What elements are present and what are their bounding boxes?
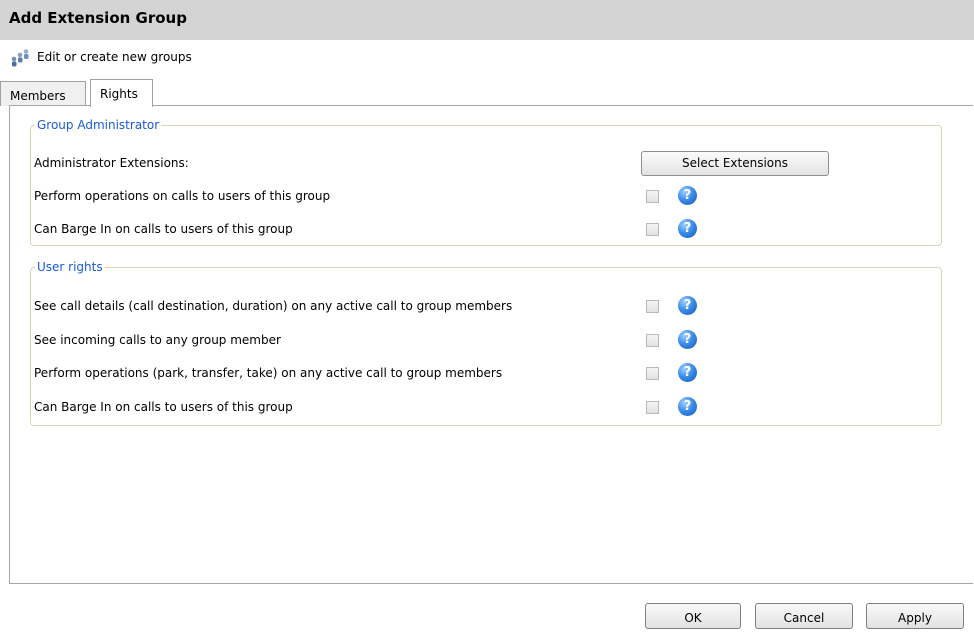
user-barge-in-checkbox[interactable] — [646, 401, 659, 414]
admin-extensions-label: Administrator Extensions: — [34, 156, 189, 170]
help-icon[interactable]: ? — [678, 330, 697, 349]
rights-tab-panel: Group Administrator Administrator Extens… — [9, 105, 973, 584]
group-administrator-fieldset: Group Administrator Administrator Extens… — [30, 118, 942, 246]
admin-option-row: Can Barge In on calls to users of this g… — [31, 219, 941, 241]
perform-operations-members-checkbox[interactable] — [646, 367, 659, 380]
tab-rights[interactable]: Rights — [90, 79, 153, 107]
see-call-details-checkbox[interactable] — [646, 300, 659, 313]
user-right-row: See call details (call destination, dura… — [31, 296, 941, 318]
help-icon[interactable]: ? — [678, 363, 697, 382]
cancel-button[interactable]: Cancel — [755, 603, 853, 629]
user-right-row: Can Barge In on calls to users of this g… — [31, 397, 941, 419]
admin-option-row: Perform operations on calls to users of … — [31, 186, 941, 208]
subtitle-text: Edit or create new groups — [37, 50, 192, 64]
see-incoming-calls-checkbox[interactable] — [646, 334, 659, 347]
user-right-row: Perform operations (park, transfer, take… — [31, 363, 941, 385]
help-icon[interactable]: ? — [678, 296, 697, 315]
user-right-label: See call details (call destination, dura… — [34, 299, 513, 313]
help-icon[interactable]: ? — [678, 397, 697, 416]
user-right-label: See incoming calls to any group member — [34, 333, 281, 347]
user-right-row: See incoming calls to any group member ? — [31, 330, 941, 352]
window-title: Add Extension Group — [9, 9, 187, 27]
admin-option-label: Perform operations on calls to users of … — [34, 189, 331, 203]
user-rights-legend: User rights — [37, 260, 103, 274]
group-administrator-legend: Group Administrator — [37, 118, 160, 132]
apply-button[interactable]: Apply — [866, 603, 964, 629]
admin-extensions-row: Administrator Extensions: Select Extensi… — [31, 151, 941, 176]
help-icon[interactable]: ? — [678, 186, 697, 205]
help-icon[interactable]: ? — [678, 219, 697, 238]
select-extensions-button[interactable]: Select Extensions — [641, 151, 829, 176]
group-users-icon — [11, 49, 29, 67]
tab-members[interactable]: Members — [0, 81, 86, 106]
perform-operations-checkbox[interactable] — [646, 190, 659, 203]
ok-button[interactable]: OK — [645, 603, 741, 629]
user-right-label: Can Barge In on calls to users of this g… — [34, 400, 293, 414]
title-bar: Add Extension Group — [0, 0, 974, 40]
admin-option-label: Can Barge In on calls to users of this g… — [34, 222, 293, 236]
user-rights-fieldset: User rights See call details (call desti… — [30, 260, 942, 426]
user-right-label: Perform operations (park, transfer, take… — [34, 366, 503, 380]
barge-in-checkbox[interactable] — [646, 223, 659, 236]
